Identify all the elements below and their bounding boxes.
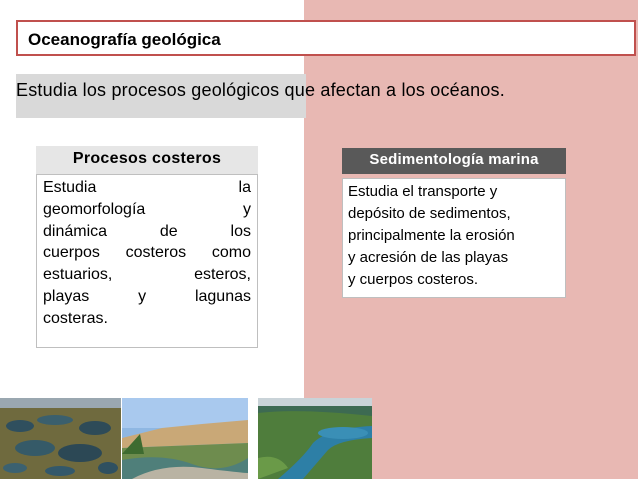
text-line: Estudia el transporte y xyxy=(348,183,498,200)
word: estuarios, xyxy=(43,266,113,284)
word: costeros xyxy=(125,244,187,262)
text-line: principalmente la erosión xyxy=(348,227,515,244)
title-bar: Oceanografía geológica xyxy=(16,20,636,56)
slide-subtitle: Estudia los procesos geológicos que afec… xyxy=(16,80,505,100)
estuary-aerial-photo xyxy=(258,398,372,479)
text-line: Estudia la xyxy=(43,177,251,199)
text-line: y cuerpos costeros. xyxy=(348,271,479,288)
text-line: costeras. xyxy=(43,309,108,327)
word: la xyxy=(238,179,251,196)
word: esteros, xyxy=(194,266,251,284)
procesos-costeros-body: Estudia la geomorfología y dinámica de l… xyxy=(36,174,258,348)
word: de xyxy=(159,222,178,240)
text-line: geomorfología y xyxy=(43,199,251,221)
word: dinámica xyxy=(43,222,108,240)
sedimentologia-title: Sedimentología marina xyxy=(369,151,539,168)
lagoons-aerial-photo xyxy=(0,398,121,479)
procesos-costeros-title: Procesos costeros xyxy=(72,150,222,167)
word: playas xyxy=(43,287,90,305)
word: y xyxy=(243,200,251,218)
word: lagunas xyxy=(194,287,251,305)
word: los xyxy=(230,222,251,240)
word: geomorfología xyxy=(43,200,146,218)
text-line: estuarios, esteros, xyxy=(43,264,251,286)
text-line: y acresión de las playas xyxy=(348,249,509,266)
text-line: depósito de sedimentos, xyxy=(348,205,511,222)
slide-title: Oceanografía geológica xyxy=(28,30,221,49)
coastal-beach-photo xyxy=(122,398,248,479)
text-line: playas y lagunas xyxy=(43,286,251,308)
sedimentologia-body: Estudia el transporte y depósito de sedi… xyxy=(342,178,566,298)
word: y xyxy=(138,287,147,305)
word: cuerpos xyxy=(43,244,100,262)
text-line: cuerpos costeros como xyxy=(43,242,251,264)
word: Estudia xyxy=(43,179,97,196)
text-line: dinámica de los xyxy=(43,221,251,243)
word: como xyxy=(211,244,251,262)
